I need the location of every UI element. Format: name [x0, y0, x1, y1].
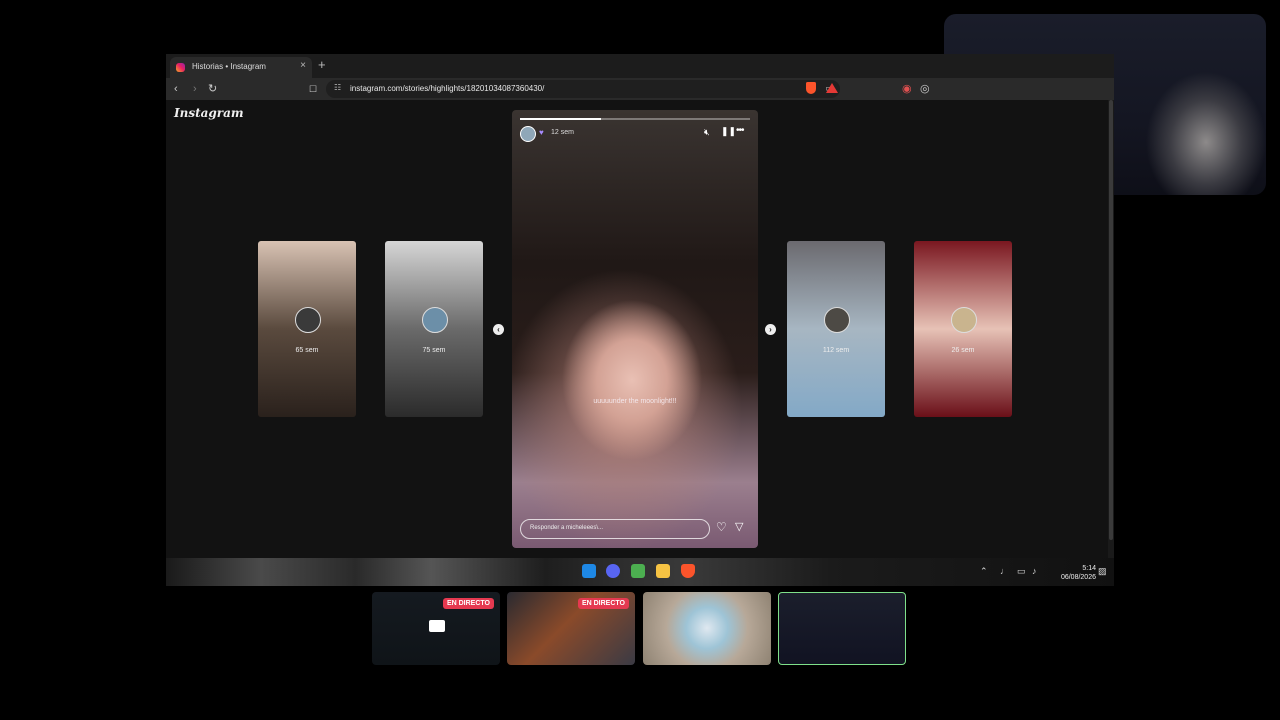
back-icon[interactable]: ‹	[174, 81, 178, 97]
scene-thumbnail[interactable]: EN DIRECTO	[507, 592, 635, 665]
discord-icon[interactable]	[606, 564, 620, 578]
brave-browser-icon[interactable]	[681, 564, 695, 578]
profile-extension-icon[interactable]: ◎	[920, 81, 930, 97]
story-card-avatar	[295, 307, 321, 333]
extension-icon[interactable]: ◉	[902, 81, 912, 97]
like-heart-icon[interactable]: ♡	[716, 520, 727, 534]
instagram-stories-page: Instagram 65 sem 75 sem ♥ 12 sem 🔇︎ ❚❚ •…	[166, 100, 1108, 558]
notifications-icon[interactable]: ▨	[1098, 566, 1107, 577]
close-friends-heart-icon: ♥	[539, 128, 544, 137]
mute-icon[interactable]: 🔇︎	[704, 127, 710, 138]
reply-input[interactable]: Responder a micheleees\...	[520, 519, 710, 539]
windows-taskbar: ⌃ ♩ ▭ ♪ 5:14 06/08/2026 ▨	[166, 558, 1114, 586]
scrollbar-thumb[interactable]	[1109, 100, 1113, 540]
story-card-avatar	[951, 307, 977, 333]
active-story[interactable]: ♥ 12 sem 🔇︎ ❚❚ ••• uuuuunder the moonlig…	[512, 110, 758, 548]
live-badge: EN DIRECTO	[442, 598, 494, 609]
page-scrollbar[interactable]	[1108, 100, 1114, 558]
previous-story-icon[interactable]: ‹	[493, 324, 504, 335]
story-card-previous-2[interactable]: 65 sem	[258, 241, 356, 417]
volume-icon[interactable]: ♪	[1032, 566, 1037, 576]
story-card-avatar	[824, 307, 850, 333]
address-url[interactable]: instagram.com/stories/highlights/1820103…	[350, 84, 544, 93]
tray-expand-icon[interactable]: ⌃	[980, 566, 988, 577]
send-icon[interactable]: ▽	[735, 520, 743, 533]
scene-thumbnail[interactable]: EN DIRECTO	[372, 592, 500, 665]
browser-window: Historias • Instagram × + ‹ › ↻ ☐ ☷ inst…	[166, 54, 1114, 558]
clock-date: 06/08/2026	[1060, 574, 1096, 581]
bookmark-icon[interactable]: ☐	[309, 81, 317, 97]
scene-thumbnail-selected[interactable]	[778, 592, 906, 665]
spreadsheet-app-icon[interactable]	[631, 564, 645, 578]
clock-time: 5:14	[1082, 565, 1096, 572]
brave-shields-icon[interactable]	[806, 82, 816, 94]
instagram-logo[interactable]: Instagram	[174, 106, 244, 120]
tab-instagram-stories[interactable]: Historias • Instagram ×	[170, 57, 312, 78]
forward-icon[interactable]: ›	[193, 81, 197, 97]
brave-rewards-icon[interactable]	[826, 83, 838, 93]
story-card-time: 65 sem	[295, 347, 319, 354]
reload-icon[interactable]: ↻	[208, 81, 217, 97]
address-bar[interactable]: ☷ instagram.com/stories/highlights/18201…	[326, 80, 840, 98]
pause-icon[interactable]: ❚❚	[721, 126, 736, 137]
reply-placeholder: Responder a micheleees\...	[530, 525, 604, 531]
file-explorer-icon[interactable]	[656, 564, 670, 578]
tab-bar: Historias • Instagram × +	[166, 54, 1114, 78]
more-options-icon[interactable]: •••	[736, 125, 744, 136]
story-card-next-1[interactable]: 112 sem	[787, 241, 885, 417]
site-info-icon[interactable]: ☷	[334, 83, 341, 92]
story-progress-fill	[520, 118, 601, 120]
browser-toolbar: ‹ › ↻ ☐ ☷ instagram.com/stories/highligh…	[166, 78, 1114, 100]
tab-close-icon[interactable]: ×	[300, 60, 306, 71]
new-tab-button[interactable]: +	[318, 57, 326, 72]
microphone-icon[interactable]: ♩	[1000, 566, 1009, 576]
next-story-icon[interactable]: ›	[765, 324, 776, 335]
story-progress-bar	[520, 118, 750, 120]
story-author-avatar[interactable]	[520, 126, 536, 142]
story-card-time: 112 sem	[822, 347, 850, 354]
scene-thumbnail[interactable]	[643, 592, 771, 665]
instagram-favicon-icon	[176, 63, 185, 72]
story-time: 12 sem	[551, 129, 574, 136]
story-card-time: 75 sem	[422, 347, 446, 354]
tab-title: Historias • Instagram	[192, 62, 266, 71]
story-card-time: 26 sem	[951, 347, 975, 354]
story-caption: uuuuunder the moonlight!!!	[593, 398, 677, 405]
live-badge: EN DIRECTO	[577, 598, 629, 609]
windows-start-icon[interactable]	[582, 564, 596, 578]
story-card-previous-1[interactable]: 75 sem	[385, 241, 483, 417]
story-card-avatar	[422, 307, 448, 333]
monitor-icon	[429, 620, 445, 632]
story-card-next-2[interactable]: 26 sem	[914, 241, 1012, 417]
system-clock[interactable]: 5:14 06/08/2026	[1048, 564, 1096, 582]
network-icon[interactable]: ▭	[1017, 566, 1026, 577]
